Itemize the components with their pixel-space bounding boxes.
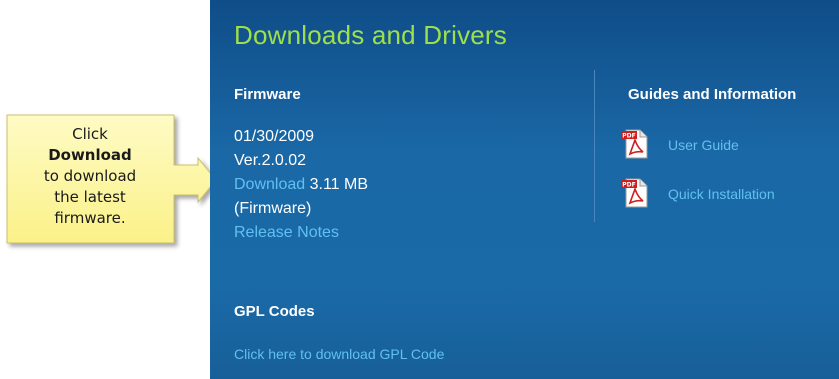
firmware-version: Ver.2.0.02 bbox=[234, 152, 307, 169]
guides-heading: Guides and Information bbox=[628, 86, 797, 103]
callout-line: to download bbox=[43, 167, 137, 185]
pdf-icon: PDF bbox=[621, 129, 648, 159]
user-guide-item[interactable]: PDF User Guide bbox=[620, 128, 830, 160]
svg-text:PDF: PDF bbox=[622, 133, 635, 140]
callout-line-bold: Download bbox=[48, 146, 132, 164]
column-divider bbox=[594, 70, 595, 222]
firmware-type: (Firmware) bbox=[234, 200, 312, 217]
firmware-download-row: Download 3.11 MB bbox=[234, 173, 368, 197]
svg-text:PDF: PDF bbox=[622, 182, 635, 189]
pdf-icon: PDF bbox=[621, 178, 648, 208]
quick-installation-item[interactable]: PDF Quick Installation bbox=[620, 177, 830, 209]
firmware-heading: Firmware bbox=[234, 86, 301, 103]
download-link[interactable]: Download bbox=[234, 176, 305, 193]
release-notes-row: Release Notes bbox=[234, 221, 368, 245]
release-notes-link[interactable]: Release Notes bbox=[234, 224, 339, 241]
callout-line: Click bbox=[72, 125, 108, 143]
quick-installation-link[interactable]: Quick Installation bbox=[668, 186, 775, 202]
downloads-panel: Downloads and Drivers Firmware 01/30/200… bbox=[210, 0, 839, 379]
gpl-heading: GPL Codes bbox=[234, 303, 315, 320]
callout-line: the latest bbox=[54, 188, 126, 206]
user-guide-link[interactable]: User Guide bbox=[668, 137, 739, 153]
firmware-date: 01/30/2009 bbox=[234, 128, 315, 145]
file-size: 3.11 MB bbox=[309, 176, 369, 193]
callout-text: Click Download to download the latest fi… bbox=[16, 124, 164, 229]
page-title: Downloads and Drivers bbox=[234, 20, 507, 50]
callout-line: firmware. bbox=[54, 209, 126, 227]
firmware-info: 01/30/2009 Ver.2.0.02 Download 3.11 MB (… bbox=[234, 125, 368, 245]
download-callout: Click Download to download the latest fi… bbox=[4, 112, 222, 252]
gpl-download-link[interactable]: Click here to download GPL Code bbox=[234, 346, 444, 362]
